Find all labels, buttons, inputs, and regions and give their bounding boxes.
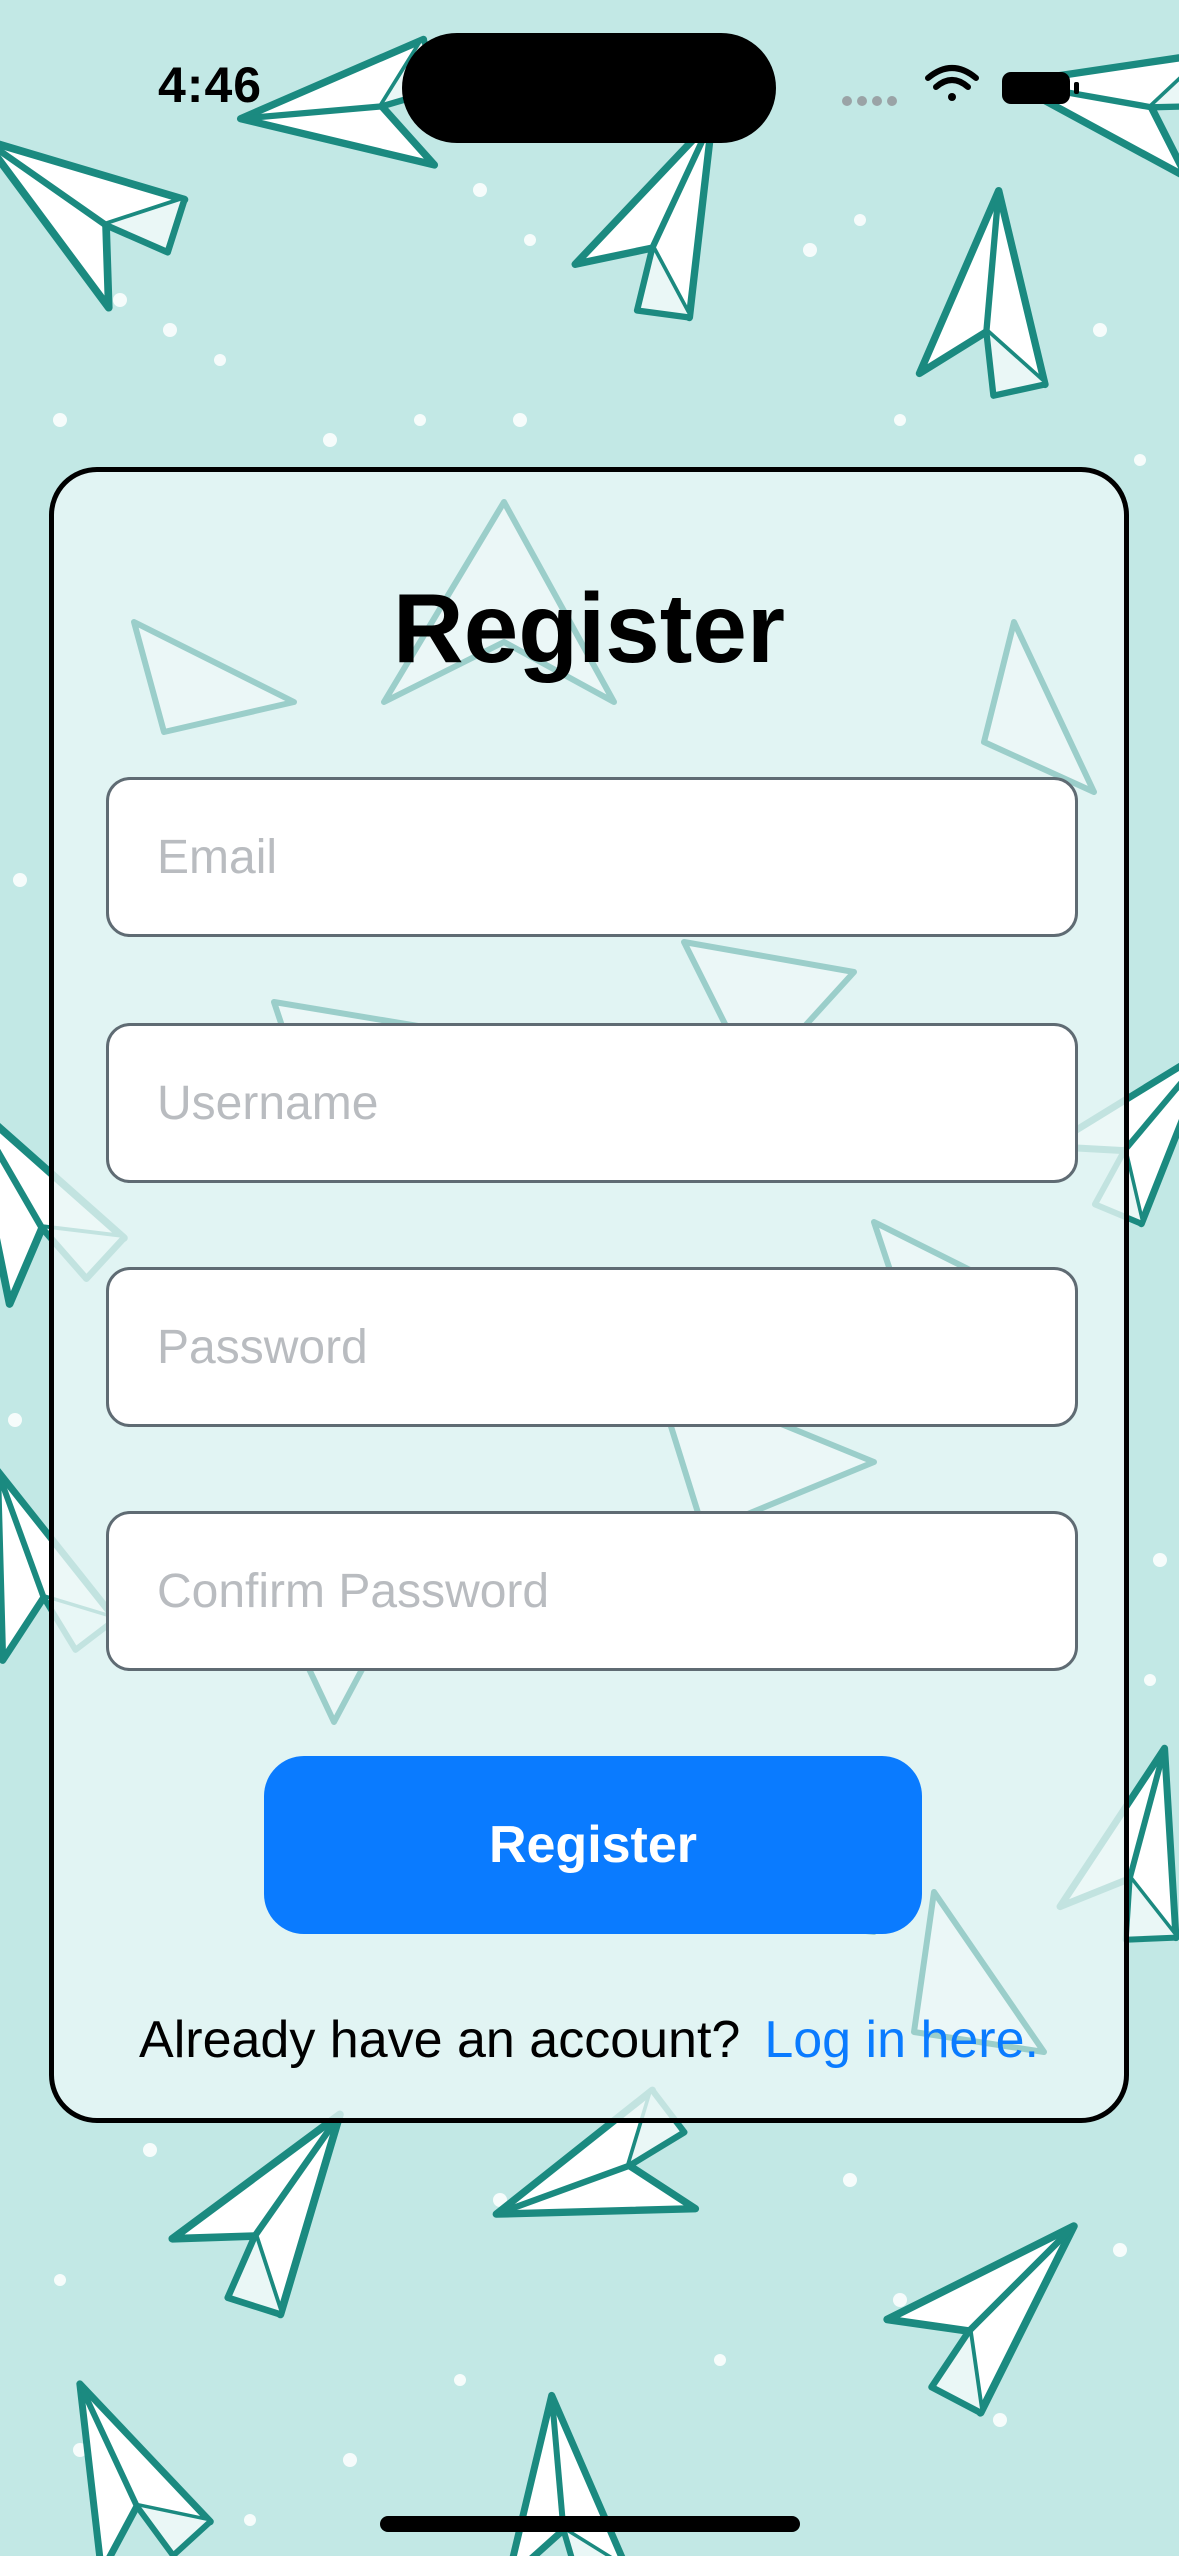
confirm-password-field[interactable]	[106, 1511, 1078, 1671]
email-field[interactable]	[106, 777, 1078, 937]
register-card: Register Register Already have an accoun…	[49, 467, 1129, 2123]
status-time: 4:46	[158, 57, 263, 113]
password-field[interactable]	[106, 1267, 1078, 1427]
home-indicator[interactable]	[380, 2516, 800, 2532]
page-title: Register	[392, 573, 786, 683]
battery-icon	[1002, 72, 1079, 104]
status-bar: 4:46	[0, 0, 1179, 160]
register-button[interactable]: Register	[264, 1756, 922, 1934]
status-icons	[842, 65, 1079, 106]
login-prompt: Already have an account? Log in here.	[54, 2010, 1124, 2070]
login-prompt-text: Already have an account?	[139, 2011, 741, 2069]
login-link[interactable]: Log in here.	[764, 2011, 1039, 2069]
signal-dots-icon	[842, 96, 897, 106]
wifi-icon	[925, 65, 979, 101]
username-field[interactable]	[106, 1023, 1078, 1183]
dynamic-island	[402, 33, 776, 143]
